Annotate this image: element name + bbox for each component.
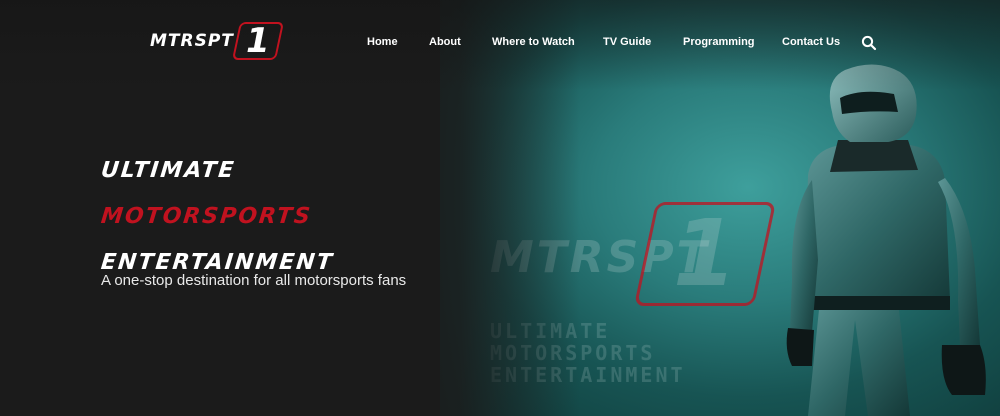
nav-item-tv-guide[interactable]: TV Guide [603,36,651,48]
main-nav: Home About Where to Watch TV Guide Progr… [0,36,1000,54]
nav-item-home[interactable]: Home [367,36,398,48]
nav-item-programming[interactable]: Programming [683,36,755,48]
nav-item-where-to-watch[interactable]: Where to Watch [492,36,575,48]
search-icon[interactable] [861,35,877,51]
nav-item-contact-us[interactable]: Contact Us [782,36,840,48]
hero-tagline: A one-stop destination for all motorspor… [101,272,407,289]
nav-item-about[interactable]: About [429,36,461,48]
hero-section: MTRSPT 1 ULTIMATE MOTORSPORTS ENTERTAINM… [0,0,1000,416]
headline-line-2: MOTORSPORTS [99,204,314,229]
headline-line-1: ULTIMATE [99,158,237,183]
hero-headline: ULTIMATE MOTORSPORTS ENTERTAINMENT [99,148,335,286]
